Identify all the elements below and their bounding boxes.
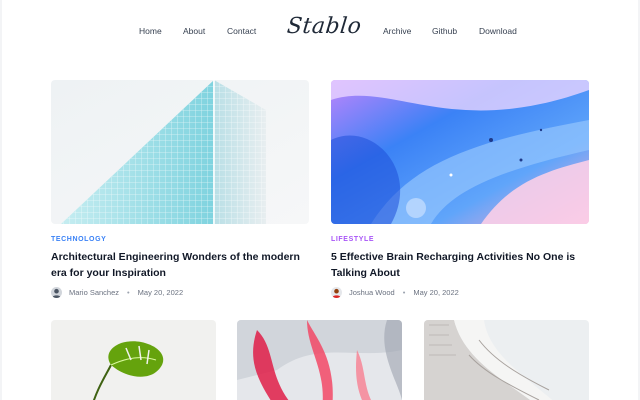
post-date: May 20, 2022 xyxy=(413,288,459,297)
separator-dot: • xyxy=(127,288,130,297)
post-image-fluid-art[interactable] xyxy=(331,80,589,224)
avatar[interactable] xyxy=(51,287,62,298)
post-meta: Joshua Wood • May 20, 2022 xyxy=(331,287,459,298)
post-image-architecture[interactable] xyxy=(51,80,309,224)
post-meta: Mario Sanchez • May 20, 2022 xyxy=(51,287,183,298)
nav-about-link[interactable]: About xyxy=(183,26,205,36)
post-category-lifestyle[interactable]: LIFESTYLE xyxy=(331,236,374,243)
post-title[interactable]: Architectural Engineering Wonders of the… xyxy=(51,249,313,281)
nav-contact-link[interactable]: Contact xyxy=(227,26,256,36)
post-image-monstera-leaf[interactable] xyxy=(51,320,216,400)
post-title[interactable]: 5 Effective Brain Recharging Activities … xyxy=(331,249,593,281)
post-category-technology[interactable]: TECHNOLOGY xyxy=(51,236,106,243)
post-date: May 20, 2022 xyxy=(137,288,184,297)
author-name[interactable]: Joshua Wood xyxy=(349,288,395,297)
nav-home-link[interactable]: Home xyxy=(139,26,162,36)
post-image-white-building[interactable] xyxy=(424,320,589,400)
author-name[interactable]: Mario Sanchez xyxy=(69,288,119,297)
nav-download-link[interactable]: Download xyxy=(479,26,517,36)
nav-archive-link[interactable]: Archive xyxy=(383,26,411,36)
site-logo[interactable]: Stablo xyxy=(286,14,363,39)
avatar[interactable] xyxy=(331,287,342,298)
post-image-pink-ink[interactable] xyxy=(237,320,402,400)
separator-dot: • xyxy=(402,288,406,297)
top-nav: Home About Contact Stablo Archive Github… xyxy=(0,0,640,62)
nav-github-link[interactable]: Github xyxy=(432,26,457,36)
